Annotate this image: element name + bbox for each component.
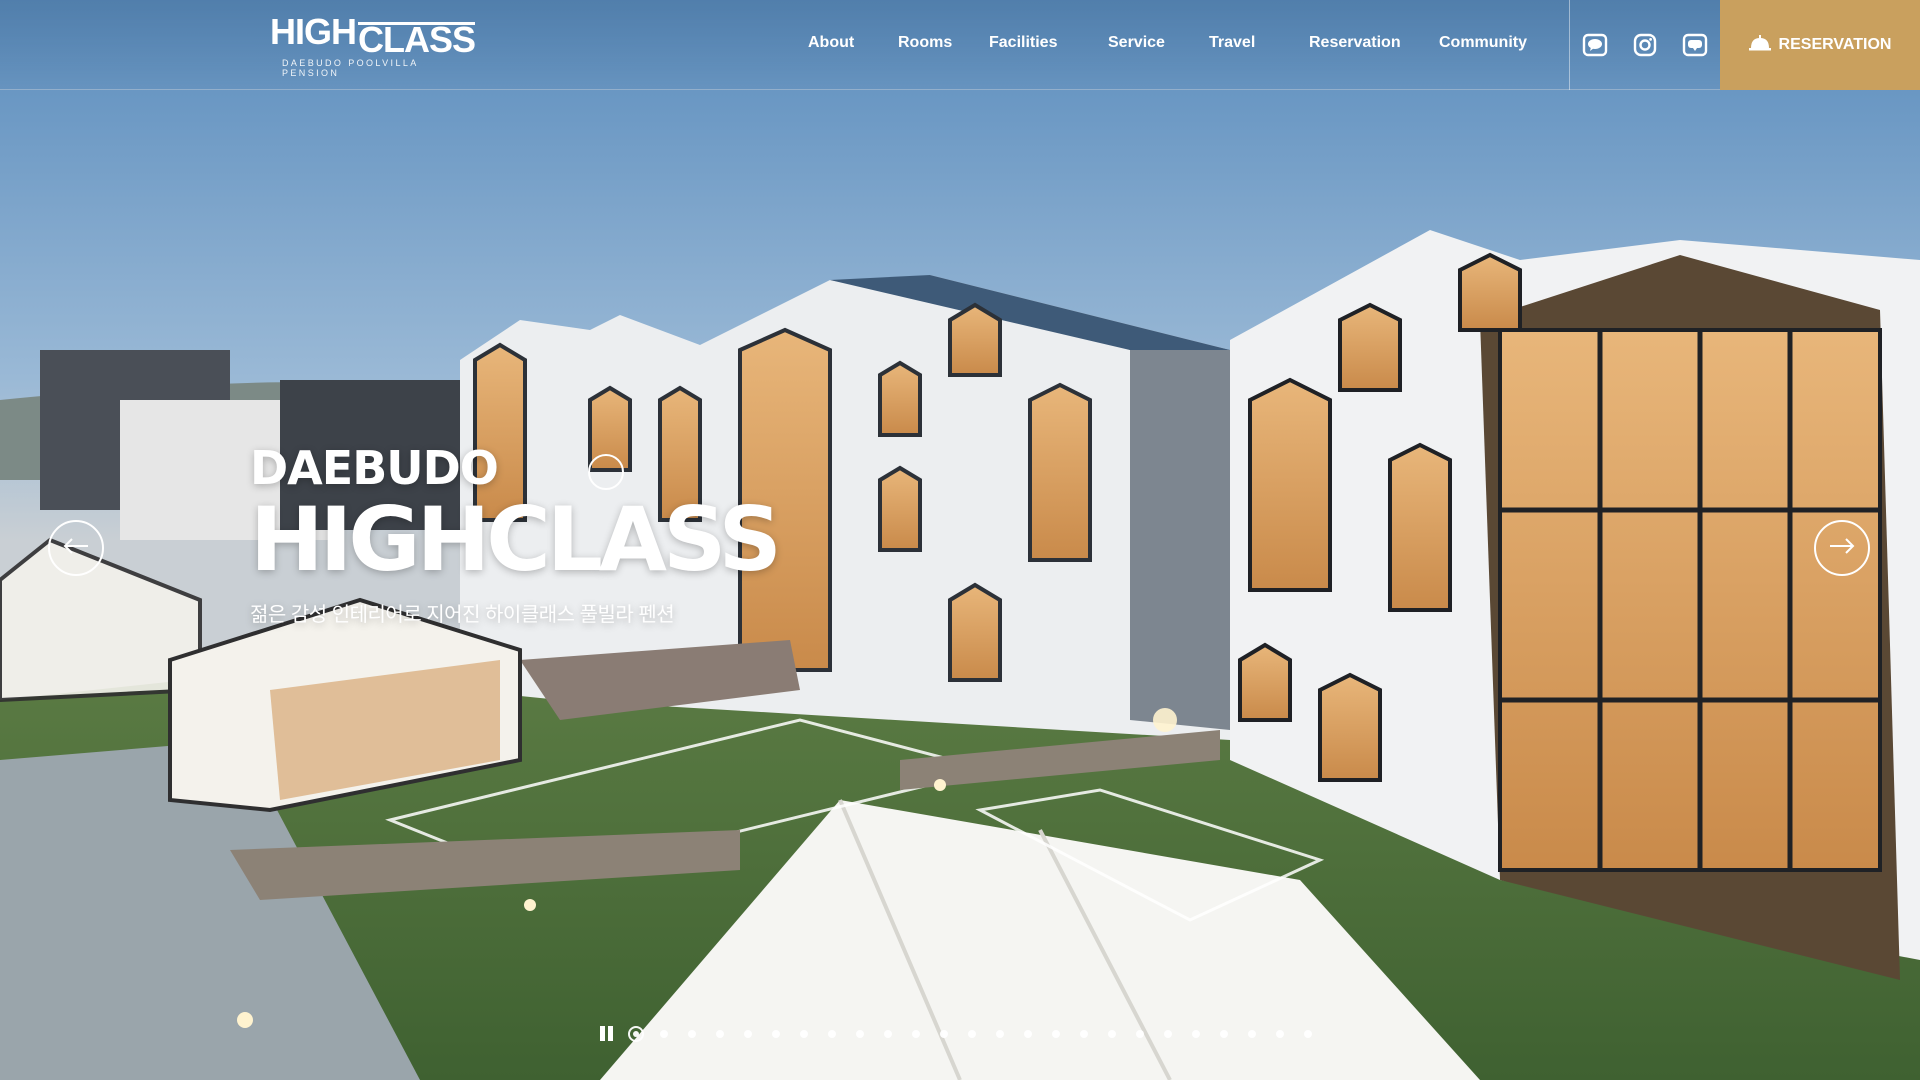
- slide-dot[interactable]: [996, 1030, 1004, 1038]
- hero-slider: HIGH CLASS DAEBUDO POOLVILLA PENSION Abo…: [0, 0, 1920, 1080]
- slide-dot[interactable]: [1164, 1030, 1172, 1038]
- slide-dot[interactable]: [1248, 1030, 1256, 1038]
- pause-button[interactable]: [600, 1026, 616, 1042]
- prev-slide-button[interactable]: [48, 520, 104, 576]
- cursor-indicator: [588, 454, 624, 490]
- slide-dot[interactable]: [1024, 1030, 1032, 1038]
- slide-dot[interactable]: [856, 1030, 864, 1038]
- logo-wordmark: HIGH CLASS: [270, 11, 476, 60]
- hero-description: 젊은 감성 인테리어로 지어진 하이클래스 풀빌라 펜션: [250, 604, 675, 626]
- reservation-button-label: RESERVATION: [1778, 36, 1892, 53]
- slide-dot[interactable]: [1080, 1030, 1088, 1038]
- slide-dot[interactable]: [772, 1030, 780, 1038]
- slide-dot[interactable]: [884, 1030, 892, 1038]
- slide-dot[interactable]: [716, 1030, 724, 1038]
- nav-item-travel[interactable]: Travel: [1209, 34, 1255, 52]
- logo-subtitle: DAEBUDO POOLVILLA PENSION: [282, 58, 419, 78]
- logo-class: CLASS: [358, 19, 476, 60]
- slide-dot[interactable]: [1304, 1030, 1312, 1038]
- talk-icon[interactable]: [1582, 32, 1608, 58]
- slide-dot[interactable]: [1276, 1030, 1284, 1038]
- site-logo[interactable]: HIGH CLASS DAEBUDO POOLVILLA PENSION: [270, 11, 476, 79]
- nav-item-service[interactable]: Service: [1108, 34, 1165, 52]
- hero-caption: DAEBUDO HIGHCLASS 젊은 감성 인테리어로 지어진 하이클래스 …: [250, 440, 782, 627]
- pause-icon-bar: [608, 1026, 613, 1041]
- slide-dot[interactable]: [940, 1030, 948, 1038]
- nav-divider: [1569, 0, 1570, 90]
- slide-pagination: [600, 1024, 1322, 1044]
- nav-item-facilities[interactable]: Facilities: [989, 34, 1057, 52]
- arrow-right-icon: [1829, 537, 1855, 559]
- nav-item-about[interactable]: About: [808, 34, 854, 52]
- slide-dot[interactable]: [1220, 1030, 1228, 1038]
- slide-dot[interactable]: [1052, 1030, 1060, 1038]
- slide-dot[interactable]: [660, 1030, 668, 1038]
- nav-item-reservation[interactable]: Reservation: [1309, 34, 1401, 52]
- bell-icon: [1748, 34, 1771, 56]
- slide-dot[interactable]: [968, 1030, 976, 1038]
- arrow-left-icon: [63, 537, 89, 559]
- nav-item-rooms[interactable]: Rooms: [898, 34, 952, 52]
- next-slide-button[interactable]: [1814, 520, 1870, 576]
- slide-dot[interactable]: [800, 1030, 808, 1038]
- slide-dot[interactable]: [1136, 1030, 1144, 1038]
- slide-dot[interactable]: [688, 1030, 696, 1038]
- slide-dot[interactable]: [912, 1030, 920, 1038]
- nav-item-community[interactable]: Community: [1439, 34, 1527, 52]
- slide-dot[interactable]: [1108, 1030, 1116, 1038]
- logo-high: HIGH: [270, 11, 357, 52]
- blog-icon[interactable]: [1682, 32, 1708, 58]
- slide-dot[interactable]: [744, 1030, 752, 1038]
- slide-dot[interactable]: [828, 1030, 836, 1038]
- slide-dot[interactable]: [1192, 1030, 1200, 1038]
- slide-dot[interactable]: [628, 1026, 644, 1042]
- hero-title: HIGHCLASS: [250, 488, 782, 591]
- site-header: HIGH CLASS DAEBUDO POOLVILLA PENSION Abo…: [0, 0, 1920, 90]
- pause-icon-bar: [600, 1026, 605, 1041]
- reservation-button[interactable]: RESERVATION: [1720, 0, 1920, 90]
- instagram-icon[interactable]: [1632, 32, 1658, 58]
